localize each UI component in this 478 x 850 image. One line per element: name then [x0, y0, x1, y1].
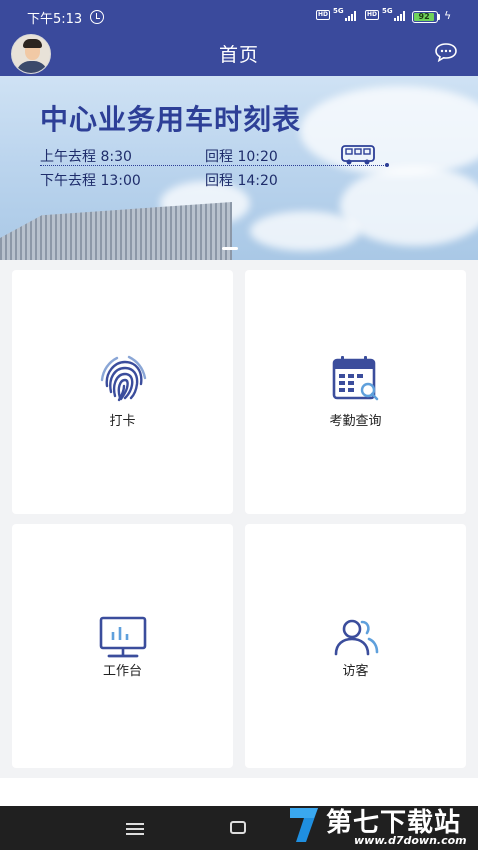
status-bar: 下午5:13 HD 5G HD 5G 92 ϟ	[0, 0, 478, 30]
morning-return: 回程 10:20	[205, 149, 278, 165]
building-image	[0, 202, 232, 260]
morning-outbound: 上午去程 8:30	[40, 149, 132, 165]
watermark-url: www.d7down.com	[354, 834, 467, 847]
status-time: 下午5:13	[27, 12, 83, 27]
page-title: 首页	[218, 44, 259, 66]
tile-clock-in[interactable]: 打卡	[12, 270, 233, 514]
afternoon-outbound: 下午去程 13:00	[40, 173, 141, 189]
function-grid: 打卡 考勤查询 工作台 访客	[0, 260, 478, 778]
monitor-icon	[99, 616, 146, 658]
top-bar: 下午5:13 HD 5G HD 5G 92 ϟ 首页	[0, 0, 478, 76]
battery-icon: 92	[412, 11, 438, 23]
alarm-icon	[90, 10, 104, 24]
carousel-indicator	[222, 247, 238, 250]
visitors-icon	[334, 619, 378, 656]
banner-title: 中心业务用车时刻表	[40, 103, 302, 136]
battery-tip	[438, 14, 440, 20]
schedule-banner[interactable]: 中心业务用车时刻表 上午去程 8:30 回程 10:20 下午去程 13:00 …	[0, 76, 478, 260]
charging-icon: ϟ	[444, 9, 452, 22]
tile-label: 访客	[342, 664, 369, 679]
tile-attendance-query[interactable]: 考勤查询	[245, 270, 466, 514]
network-type: 5G	[333, 7, 344, 15]
network-type: 5G	[382, 7, 393, 15]
afternoon-return: 回程 14:20	[205, 173, 278, 189]
recent-apps-button[interactable]	[126, 823, 144, 838]
hd-badge: HD	[316, 10, 330, 20]
tile-workbench[interactable]: 工作台	[12, 524, 233, 768]
message-icon[interactable]	[434, 42, 458, 62]
divider	[40, 163, 389, 167]
tile-label: 考勤查询	[329, 414, 382, 429]
battery-level: 92	[414, 13, 435, 21]
tile-label: 打卡	[109, 414, 136, 429]
fingerprint-icon	[100, 355, 146, 402]
bus-icon	[341, 145, 375, 165]
home-button[interactable]	[230, 821, 246, 834]
watermark: 第七下载站 www.d7down.com	[282, 798, 478, 850]
tile-label: 工作台	[102, 664, 142, 679]
tile-visitors[interactable]: 访客	[245, 524, 466, 768]
watermark-logo-icon	[290, 808, 318, 842]
calendar-search-icon	[332, 356, 378, 401]
hd-badge: HD	[365, 10, 379, 20]
